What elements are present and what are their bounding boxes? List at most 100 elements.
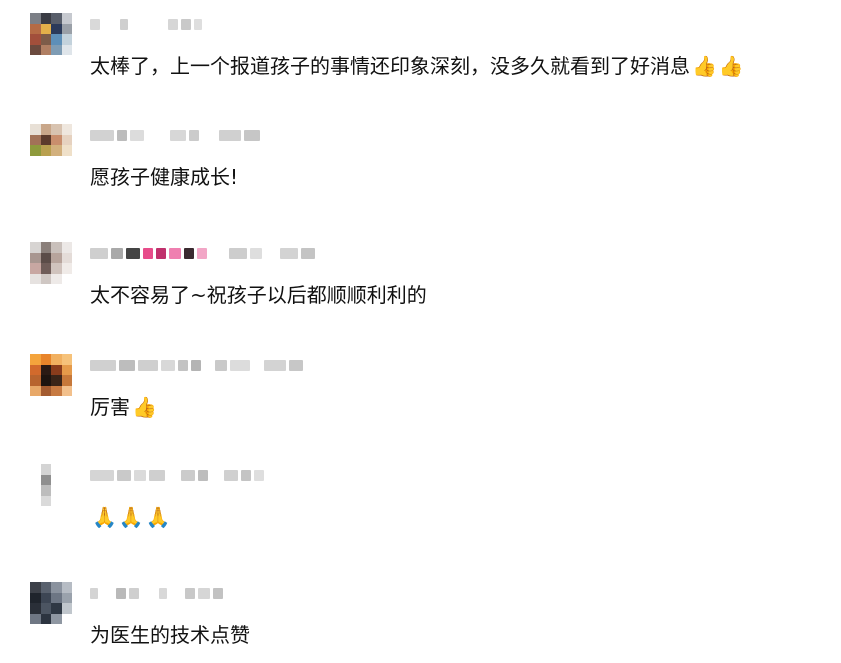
avatar-pixel — [30, 495, 41, 506]
comment-text: 太不容易了~祝孩子以后都顺顺利利的 — [90, 282, 427, 308]
avatar-pixel — [51, 495, 62, 506]
avatar-pixel — [40, 34, 51, 45]
avatar-pixel — [40, 495, 51, 506]
avatar-pixel — [30, 273, 41, 284]
avatar-pixel — [51, 34, 62, 45]
avatar-pixel — [30, 354, 41, 365]
avatar-pixel — [61, 354, 72, 365]
avatar-pixel — [51, 385, 62, 396]
folded-hands-icon: 🙏 — [92, 505, 117, 529]
avatar-pixel — [61, 464, 72, 475]
avatar[interactable] — [30, 464, 72, 506]
avatar-pixel — [61, 474, 72, 485]
avatar-pixel — [61, 385, 72, 396]
avatar-pixel — [30, 613, 41, 624]
avatar-pixel — [51, 485, 62, 496]
avatar-pixel — [30, 34, 41, 45]
avatar-pixel — [40, 252, 51, 263]
avatar-pixel — [51, 464, 62, 475]
avatar-pixel — [61, 145, 72, 156]
avatar-pixel — [51, 273, 62, 284]
avatar-pixel — [40, 582, 51, 593]
avatar-pixel — [30, 263, 41, 274]
avatar-pixel — [30, 242, 41, 253]
avatar-pixel — [30, 134, 41, 145]
avatar-pixel — [30, 44, 41, 55]
avatar-pixel — [30, 474, 41, 485]
avatar-pixel — [61, 263, 72, 274]
avatar[interactable] — [30, 354, 72, 396]
avatar-pixel — [30, 592, 41, 603]
avatar-pixel — [40, 273, 51, 284]
avatar-pixel — [61, 485, 72, 496]
comment-text: 太棒了，上一个报道孩子的事情还印象深刻，没多久就看到了好消息 👍 👍 — [90, 53, 744, 79]
avatar-pixel — [51, 145, 62, 156]
comment-body: 厉害 — [90, 395, 130, 419]
avatar-pixel — [40, 155, 51, 166]
comment-text: 厉害 👍 — [90, 394, 157, 420]
avatar-pixel — [61, 134, 72, 145]
avatar-pixel — [51, 44, 62, 55]
commenter-name[interactable] — [90, 466, 264, 484]
avatar-pixel — [51, 134, 62, 145]
avatar-pixel — [40, 44, 51, 55]
commenter-name[interactable] — [90, 584, 223, 602]
avatar[interactable] — [30, 242, 72, 284]
commenter-name[interactable] — [90, 126, 260, 144]
avatar-pixel — [61, 592, 72, 603]
avatar-pixel — [51, 613, 62, 624]
avatar-pixel — [40, 134, 51, 145]
folded-hands-icon: 🙏 — [118, 505, 144, 529]
avatar-pixel — [61, 603, 72, 614]
avatar-pixel — [61, 582, 72, 593]
avatar-pixel — [40, 592, 51, 603]
avatar-pixel — [30, 385, 41, 396]
commenter-name[interactable] — [90, 244, 315, 262]
avatar[interactable] — [30, 582, 72, 624]
avatar-pixel — [51, 603, 62, 614]
thumbs-up-icon: 👍 — [718, 54, 744, 78]
avatar-pixel — [51, 13, 62, 24]
avatar-pixel — [61, 23, 72, 34]
avatar-pixel — [61, 252, 72, 263]
avatar-pixel — [30, 124, 41, 135]
avatar-pixel — [40, 385, 51, 396]
commenter-name[interactable] — [90, 15, 202, 33]
commenter-name[interactable] — [90, 356, 303, 374]
avatar-pixel — [61, 364, 72, 375]
avatar-pixel — [30, 603, 41, 614]
avatar-pixel — [40, 364, 51, 375]
avatar-pixel — [40, 242, 51, 253]
avatar[interactable] — [30, 13, 72, 55]
avatar-pixel — [61, 613, 72, 624]
avatar-pixel — [51, 263, 62, 274]
avatar-pixel — [61, 124, 72, 135]
avatar-pixel — [30, 155, 41, 166]
avatar-pixel — [40, 124, 51, 135]
avatar-pixel — [30, 145, 41, 156]
comment-body: 为医生的技术点赞 — [90, 623, 250, 647]
avatar-pixel — [51, 23, 62, 34]
avatar-pixel — [30, 23, 41, 34]
avatar[interactable] — [30, 124, 72, 166]
avatar-pixel — [40, 23, 51, 34]
avatar-pixel — [51, 252, 62, 263]
avatar-pixel — [40, 145, 51, 156]
comment-text: 愿孩子健康成长! — [90, 164, 238, 190]
avatar-pixel — [40, 464, 51, 475]
avatar-pixel — [40, 263, 51, 274]
avatar-pixel — [30, 13, 41, 24]
avatar-pixel — [61, 34, 72, 45]
thumbs-up-icon: 👍 — [692, 54, 717, 78]
avatar-pixel — [61, 13, 72, 24]
folded-hands-icon: 🙏 — [145, 505, 171, 529]
avatar-pixel — [40, 375, 51, 386]
avatar-pixel — [51, 242, 62, 253]
avatar-pixel — [40, 485, 51, 496]
avatar-pixel — [40, 474, 51, 485]
avatar-pixel — [61, 375, 72, 386]
comment-text: 为医生的技术点赞 — [90, 622, 250, 648]
thumbs-up-outline-icon: 👍 — [132, 395, 157, 419]
avatar-pixel — [40, 613, 51, 624]
avatar-pixel — [30, 464, 41, 475]
